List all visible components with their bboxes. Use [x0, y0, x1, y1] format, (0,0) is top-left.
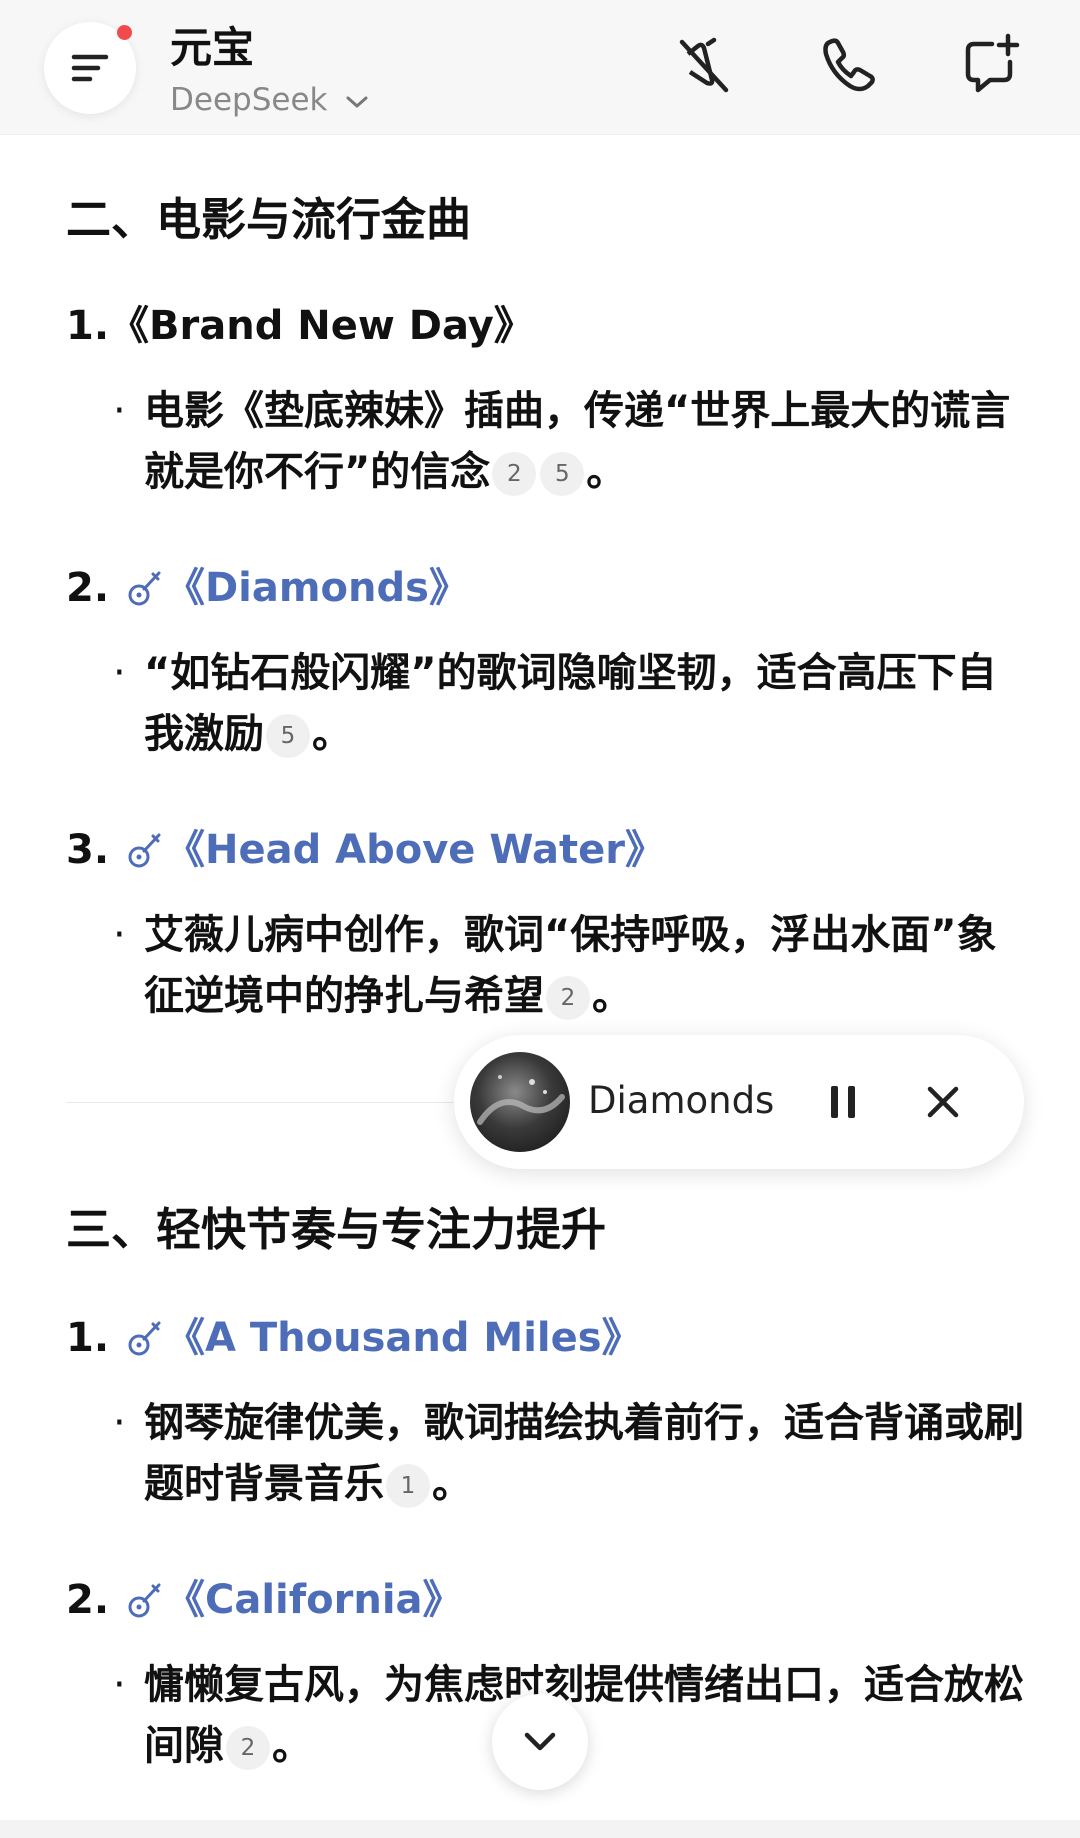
- app-title: 元宝: [170, 23, 255, 72]
- song-link[interactable]: 《Diamonds》: [165, 565, 469, 611]
- citation-badge[interactable]: 2: [492, 452, 537, 496]
- citation-badge[interactable]: 5: [266, 714, 310, 758]
- song-item: 2. 《California》: [66, 1567, 463, 1625]
- bullet: ·: [113, 650, 126, 696]
- now-playing-title: Diamonds: [588, 1079, 775, 1122]
- song-title: 《Brand New Day》: [109, 303, 534, 349]
- item-number: 2.: [66, 1577, 110, 1623]
- guitar-icon[interactable]: [127, 1580, 163, 1620]
- citation-badge[interactable]: 1: [386, 1464, 430, 1508]
- notification-dot: [117, 25, 132, 40]
- citation-badge[interactable]: 2: [546, 976, 590, 1020]
- model-name: DeepSeek: [170, 82, 328, 118]
- song-description: “如钻石般闪耀”的歌词隐喻坚韧，适合高压下自我激励 5。: [144, 650, 997, 758]
- song-description: 电影《垫底辣妹》插曲，传递“世界上最大的谎言就是你不行”的信念 2 5。: [144, 388, 1011, 496]
- speaker-muted-icon[interactable]: [668, 30, 738, 100]
- song-item: 1. 《A Thousand Miles》: [66, 1305, 642, 1363]
- bottom-edge: [0, 1820, 1080, 1838]
- citation-badge[interactable]: 2: [226, 1726, 270, 1770]
- bullet: ·: [113, 388, 126, 434]
- bullet: ·: [113, 1400, 126, 1446]
- top-bar: 元宝 DeepSeek: [0, 0, 1080, 135]
- pause-icon[interactable]: [824, 1083, 862, 1121]
- close-icon[interactable]: [924, 1083, 962, 1121]
- phone-icon[interactable]: [814, 30, 884, 100]
- song-link[interactable]: 《California》: [165, 1577, 463, 1623]
- bullet: ·: [113, 1662, 126, 1708]
- chevron-down-icon: [524, 1732, 556, 1751]
- scroll-to-bottom-button[interactable]: [492, 1694, 588, 1790]
- citation-badge[interactable]: 5: [540, 452, 585, 496]
- chevron-down-icon: [346, 96, 368, 107]
- model-selector[interactable]: DeepSeek: [170, 82, 369, 118]
- song-description: 钢琴旋律优美，歌词描绘执着前行，适合背诵或刷题时背景音乐 1。: [144, 1400, 1024, 1508]
- guitar-icon[interactable]: [127, 1318, 163, 1358]
- guitar-icon[interactable]: [127, 830, 163, 870]
- item-number: 3.: [66, 827, 110, 873]
- song-item: 1.《Brand New Day》: [66, 293, 534, 351]
- section-heading: 三、轻快节奏与专注力提升: [66, 1203, 607, 1256]
- item-number: 1.: [66, 1315, 110, 1361]
- section-heading: 二、电影与流行金曲: [66, 193, 472, 246]
- song-item: 2. 《Diamonds》: [66, 555, 469, 613]
- menu-icon: [71, 54, 109, 82]
- album-art[interactable]: [470, 1052, 570, 1152]
- song-link[interactable]: 《A Thousand Miles》: [165, 1315, 642, 1361]
- song-link[interactable]: 《Head Above Water》: [165, 827, 665, 873]
- new-chat-icon[interactable]: [956, 30, 1026, 100]
- item-number: 2.: [66, 565, 110, 611]
- item-number: 1.: [66, 303, 110, 349]
- bullet: ·: [113, 912, 126, 958]
- song-description: 艾薇儿病中创作，歌词“保持呼吸，浮出水面”象征逆境中的挣扎与希望 2。: [144, 912, 997, 1020]
- mini-player[interactable]: Diamonds: [454, 1035, 1024, 1169]
- song-item: 3. 《Head Above Water》: [66, 817, 665, 875]
- guitar-icon[interactable]: [127, 568, 163, 608]
